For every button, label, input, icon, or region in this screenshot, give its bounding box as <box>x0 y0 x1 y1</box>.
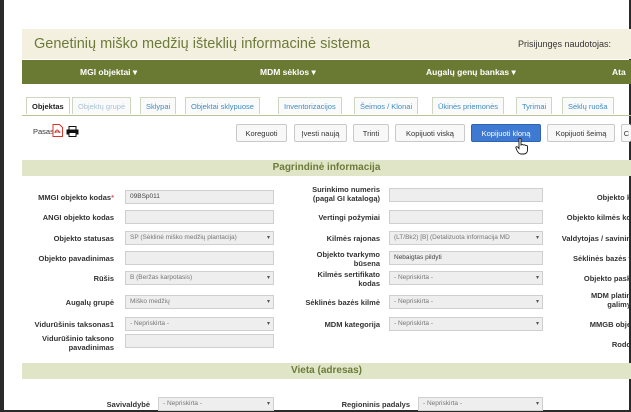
right-label-object-purpose: Objekto pask <box>583 274 631 283</box>
right-label-object-origin-code: Objekto kilmės ko <box>566 213 631 222</box>
tab-tyrimai[interactable]: Tyrimai <box>516 97 553 114</box>
copy-all-button[interactable]: Kopijuoti viską <box>395 124 465 142</box>
chevron-down-icon: ▾ <box>266 275 270 281</box>
chevron-down-icon: ▾ <box>132 67 138 77</box>
tab-seklu-ruosa[interactable]: Sėklų ruoša <box>562 97 614 114</box>
tab-ukines-priemones[interactable]: Ūkinės priemonės <box>432 97 505 114</box>
plant-group-select[interactable]: Miško medžių ▾ <box>125 295 274 309</box>
copy-family-button[interactable]: Kopijuoti šeimą <box>547 124 615 142</box>
field-label-species: Rūšis <box>93 274 114 283</box>
enter-new-button[interactable]: Įvesti naują <box>294 124 347 142</box>
tab-sklypai[interactable]: Sklypai <box>140 97 177 114</box>
overflow-button[interactable]: C <box>621 124 631 142</box>
logged-in-user-label: Prisijungęs naudotojas: <box>518 39 612 49</box>
section-location: Vieta (adresas) <box>22 363 631 379</box>
field-label-collection-number: Surinkimo numeris (pagal GI katalogą) <box>312 185 380 203</box>
field-label-mdm-category: MDM kategorija <box>324 320 380 329</box>
chevron-down-icon: ▾ <box>266 235 270 241</box>
field-label-object-name: Objekto pavadinimas <box>38 254 114 263</box>
chevron-down-icon: ▾ <box>535 299 539 305</box>
chevron-down-icon: ▾ <box>535 401 539 407</box>
right-label-mmgb-object: MMGB obje <box>589 320 631 329</box>
object-status-select[interactable]: SP (Sėklinė miško medžių plantacija) ▾ <box>125 231 274 245</box>
field-label-origin-certificate: Kilmės sertifikato kodas <box>317 270 380 288</box>
field-label-mmgi-code: MMGI objekto kodas* <box>38 193 114 202</box>
chevron-down-icon: ▾ <box>535 321 539 327</box>
seed-base-origin-select[interactable]: - Nepriskirta - ▾ <box>389 295 543 309</box>
mdm-category-select[interactable]: - Nepriskirta - ▾ <box>389 317 543 331</box>
chevron-down-icon: ▾ <box>266 401 270 407</box>
field-label-plant-group: Augalų grupė <box>65 298 114 307</box>
printer-icon[interactable] <box>66 126 79 137</box>
intraspecific-taxon-select[interactable]: - Nepriskirta - ▾ <box>125 317 274 331</box>
top-navigation: MGI objektai ▾ MDM sėklos ▾ Augalų genų … <box>22 60 631 84</box>
species-select[interactable]: B (Beržas karpotasis) ▾ <box>125 271 274 285</box>
tab-seimos-klonai[interactable]: Šeimos / Klonai <box>354 97 419 114</box>
right-label-manager-owner: Valdytojas / savinin <box>561 234 631 243</box>
management-status-field[interactable]: Nebaigtas pildyti <box>389 251 543 265</box>
field-label-municipality: Savivaldybė <box>106 400 150 409</box>
object-name-field[interactable] <box>125 251 274 265</box>
mmgi-code-field[interactable]: 09BSp011 <box>125 190 274 204</box>
origin-certificate-select[interactable]: - Nepriskirta - ▾ <box>389 271 543 285</box>
origin-region-select[interactable]: (LT/Bk2) [B] (Detalizuota informacija MD… <box>389 231 543 245</box>
collection-number-field[interactable] <box>389 188 543 202</box>
intraspecific-taxon-name-field[interactable] <box>125 334 274 348</box>
municipality-select[interactable]: - Nepriskirta - ▾ <box>158 397 274 411</box>
edit-button[interactable]: Koreguoti <box>236 124 287 142</box>
regional-unit-select[interactable]: - Nepriskirta - ▾ <box>418 397 543 411</box>
app-title: Genetinių miško medžių išteklių informac… <box>34 36 371 52</box>
app-header: Genetinių miško medžių išteklių informac… <box>22 29 631 59</box>
chevron-down-icon: ▾ <box>511 67 516 77</box>
right-label-seed-base-type: Sėklinės bazės t <box>573 254 631 263</box>
tab-objektas[interactable]: Objektas <box>26 97 70 114</box>
tab-objektai-sklypuose[interactable]: Objektai sklypuose <box>185 97 260 114</box>
chevron-down-icon: ▾ <box>535 235 539 241</box>
field-label-origin-region: Kilmės rajonas <box>326 234 380 243</box>
delete-button[interactable]: Trinti <box>353 124 389 142</box>
field-label-object-status: Objekto statusas <box>53 234 114 243</box>
hand-cursor-icon <box>515 137 528 155</box>
nav-ata[interactable]: Ata <box>612 67 626 77</box>
field-label-intraspecific-taxon-name: Vidurūšinio taksono pavadinimas <box>42 334 114 352</box>
angi-code-field[interactable] <box>125 210 274 224</box>
chevron-down-icon: ▾ <box>266 321 270 327</box>
field-label-angi-code: ANGI objekto kodas <box>42 213 114 222</box>
chevron-down-icon: ▾ <box>266 299 270 305</box>
section-main-info: Pagrindinė informacija <box>22 160 631 176</box>
right-label-mdm-platform: MDM platin galimy <box>591 291 631 309</box>
tab-bar: Objektas Objektų grupė Sklypai Objektai … <box>22 97 631 116</box>
chevron-down-icon: ▾ <box>535 275 539 281</box>
tab-inventorizacijos[interactable]: Inventorizacijos <box>278 97 342 114</box>
field-label-seed-base-origin: Sėklinės bazės kilmė <box>305 298 380 307</box>
field-label-intraspecific-taxon: Vidurūšinis taksonas1 <box>34 320 114 329</box>
copy-clone-button[interactable]: Kopijuoti kloną <box>471 124 541 142</box>
field-label-regional-unit: Regioninis padalys <box>341 400 410 409</box>
nav-augalu-genu-bankas[interactable]: Augalų genų bankas ▾ <box>426 67 516 78</box>
tab-objektu-grupe[interactable]: Objektų grupė <box>72 97 132 114</box>
right-label-object-code: Objekto k <box>596 193 631 202</box>
right-label-indicator: Rodo <box>611 340 631 349</box>
chevron-down-icon: ▾ <box>311 67 316 77</box>
field-label-management-status: Objekto tvarkymo būsena <box>316 250 380 268</box>
pdf-icon[interactable] <box>52 124 63 137</box>
field-label-valuable-traits: Vertingi požymiai <box>318 213 380 222</box>
valuable-traits-field[interactable] <box>389 210 543 224</box>
nav-mgi-objektai[interactable]: MGI objektai ▾ <box>80 67 137 78</box>
nav-mdm-seklos[interactable]: MDM sėklos ▾ <box>260 67 316 78</box>
